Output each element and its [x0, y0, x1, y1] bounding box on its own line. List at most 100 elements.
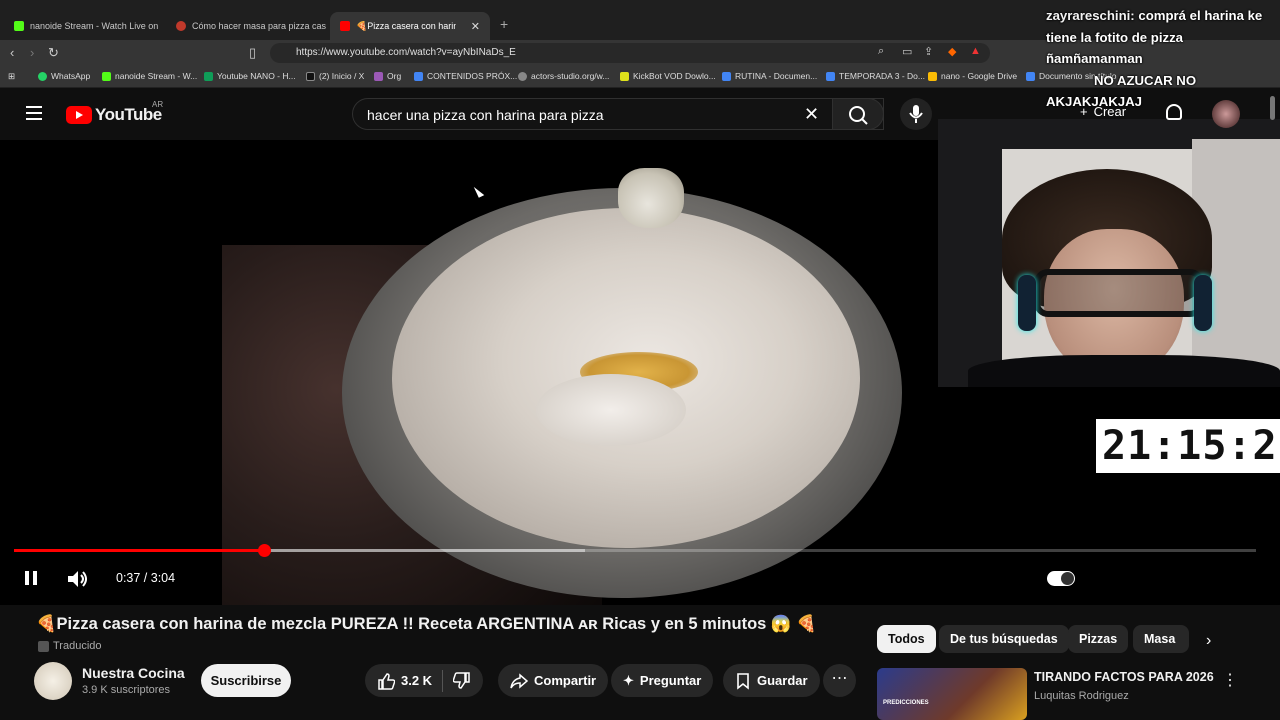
bookmark-youtube-nano[interactable]: Youtube NANO - H...: [204, 71, 296, 81]
voice-search-button[interactable]: [900, 98, 932, 130]
like-dislike-group: 3.2 K: [365, 664, 484, 697]
autoplay-toggle[interactable]: [1047, 571, 1075, 586]
youtube-icon: [340, 21, 350, 31]
tab-label: Cómo hacer masa para pizza casera: [192, 21, 326, 31]
menu-icon[interactable]: [26, 106, 42, 124]
share-icon[interactable]: ⇪: [924, 45, 933, 58]
bookmark-label: Youtube NANO - H...: [217, 71, 296, 81]
clear-search-icon[interactable]: ✕: [804, 104, 819, 125]
chip-all[interactable]: Todos: [877, 625, 936, 653]
microphone-icon: [909, 105, 923, 123]
ask-button[interactable]: ✦ Preguntar: [611, 664, 714, 697]
chat-username: zayrareschini:: [1046, 8, 1135, 23]
divider: [442, 669, 444, 692]
bookmark-nanoide[interactable]: nanoide Stream - W...: [102, 71, 197, 81]
share-arrow-icon: [510, 672, 528, 689]
headset-icon: [1018, 275, 1036, 331]
thumbs-down-icon[interactable]: [453, 671, 471, 690]
save-label: Guardar: [757, 673, 808, 688]
close-tab-icon[interactable]: ✕: [471, 20, 480, 33]
scrubber-handle[interactable]: [257, 544, 271, 557]
suggested-thumbnail[interactable]: PREDICCIONES: [877, 668, 1027, 720]
bookmark-label: RUTINA - Documen...: [735, 71, 818, 81]
mouse-cursor-icon: [473, 184, 485, 198]
back-icon[interactable]: ‹: [10, 45, 14, 60]
bookmark-actors-studio[interactable]: actors-studio.org/w...: [518, 71, 609, 81]
chip-masa[interactable]: Masa: [1133, 625, 1189, 653]
chevron-right-icon[interactable]: ›: [1206, 632, 1211, 650]
zoom-icon[interactable]: ⌕: [878, 45, 884, 58]
search-icon: [849, 106, 868, 125]
streamer-webcam: [938, 119, 1280, 387]
country-code: AR: [152, 100, 164, 109]
webcam-person-body: [968, 355, 1280, 387]
browser-tab-kick[interactable]: nanoide Stream - Watch Live on: [4, 12, 164, 40]
thumbs-up-icon: [378, 672, 395, 690]
bookmark-label: TEMPORADA 3 - Do...: [839, 71, 925, 81]
bookmark-label: actors-studio.org/w...: [531, 71, 610, 81]
time-display: 0:37 / 3:04: [116, 571, 176, 585]
rewards-icon[interactable]: ▲: [970, 45, 981, 57]
pause-icon[interactable]: [25, 571, 38, 585]
youtube-logo[interactable]: YouTube: [66, 105, 162, 125]
search-button[interactable]: [832, 98, 884, 130]
sparkle-icon: ✦: [623, 672, 634, 688]
save-button[interactable]: Guardar: [723, 664, 820, 697]
forward-icon[interactable]: ›: [30, 45, 34, 60]
bookmark-label: Org: [387, 71, 402, 81]
more-actions-icon[interactable]: ⋯: [823, 664, 856, 697]
volume-icon[interactable]: [66, 569, 90, 589]
channel-name[interactable]: Nuestra Cocina: [82, 665, 185, 681]
more-options-icon[interactable]: ⋮: [1222, 670, 1238, 690]
suggested-title[interactable]: TIRANDO FACTOS PARA 2026: [1034, 670, 1214, 684]
stream-clock: 21:15:26: [1096, 419, 1280, 473]
played-bar: [14, 549, 264, 552]
chat-message: zayrareschini: comprá el harina ke tiene…: [1046, 5, 1278, 70]
progress-bar[interactable]: [14, 544, 1256, 557]
search-value: hacer una pizza con harina para pizza: [367, 107, 604, 123]
video-title: 🍕Pizza casera con harina de mezcla PUREZ…: [36, 615, 817, 633]
share-button[interactable]: Compartir: [498, 664, 609, 697]
translated-badge[interactable]: Traducido: [38, 640, 102, 652]
browser-tab-pizza-dough[interactable]: Cómo hacer masa para pizza casera: [166, 12, 326, 40]
channel-avatar[interactable]: [34, 662, 72, 700]
bookmark-org[interactable]: Org: [374, 71, 401, 81]
bookmark-drive[interactable]: nano - Google Drive: [928, 71, 1017, 81]
tab-label: 🍕Pizza casera con harina de: [356, 20, 456, 31]
url-text: https://www.youtube.com/watch?v=ayNbINaD…: [296, 47, 516, 58]
chip-from-searches[interactable]: De tus búsquedas: [939, 625, 1069, 653]
thumbnail-text: PREDICCIONES: [883, 700, 929, 706]
bookmark-whatsapp[interactable]: WhatsApp: [38, 71, 90, 81]
bookmark-label: nanoide Stream - W...: [115, 71, 198, 81]
bookmark-label: KickBot VOD Dowlo...: [633, 71, 716, 81]
ask-label: Preguntar: [639, 673, 702, 688]
share-label: Compartir: [534, 673, 597, 688]
suggested-channel[interactable]: Luquitas Rodriguez: [1034, 690, 1129, 702]
bookmark-label: CONTENIDOS PRÓX...: [427, 71, 518, 81]
browser-tab-youtube-active[interactable]: 🍕Pizza casera con harina de ✕: [330, 12, 490, 40]
bookmark-label: nano - Google Drive: [941, 71, 1018, 81]
subscriber-count: 3.9 K suscriptores: [82, 684, 171, 696]
bookmark-icon[interactable]: ▯: [249, 45, 256, 61]
youtube-play-icon: [66, 106, 92, 124]
bookmark-save-icon: [737, 672, 749, 690]
reload-icon[interactable]: ↻: [48, 45, 59, 61]
stream-chat-overlay: zayrareschini: comprá el harina ke tiene…: [1046, 5, 1278, 113]
brave-shield-icon[interactable]: ◆: [948, 45, 956, 58]
bookmark-kickbot[interactable]: KickBot VOD Dowlo...: [620, 71, 716, 81]
webcam-person-glasses: [1034, 269, 1204, 317]
like-button[interactable]: 3.2 K: [377, 672, 432, 690]
video-frame-flour-well: [536, 374, 686, 446]
subscribe-button[interactable]: Suscribirse: [201, 664, 291, 697]
bookmark-temporada[interactable]: TEMPORADA 3 - Do...: [826, 71, 925, 81]
new-tab-icon[interactable]: +: [500, 16, 508, 32]
bookmark-contenidos[interactable]: CONTENIDOS PRÓX...: [414, 71, 517, 81]
bookmark-x[interactable]: (2) Inicio / X: [306, 71, 364, 81]
cast-icon[interactable]: ▭: [902, 45, 912, 58]
bookmark-rutina[interactable]: RUTINA - Documen...: [722, 71, 817, 81]
site-icon: [176, 21, 186, 31]
apps-icon[interactable]: ⊞: [8, 71, 15, 82]
headset-icon: [1194, 275, 1212, 331]
chat-message: NO AZUCAR NO AKJAKJAKJAJ: [1046, 70, 1278, 113]
chip-pizzas[interactable]: Pizzas: [1068, 625, 1129, 653]
